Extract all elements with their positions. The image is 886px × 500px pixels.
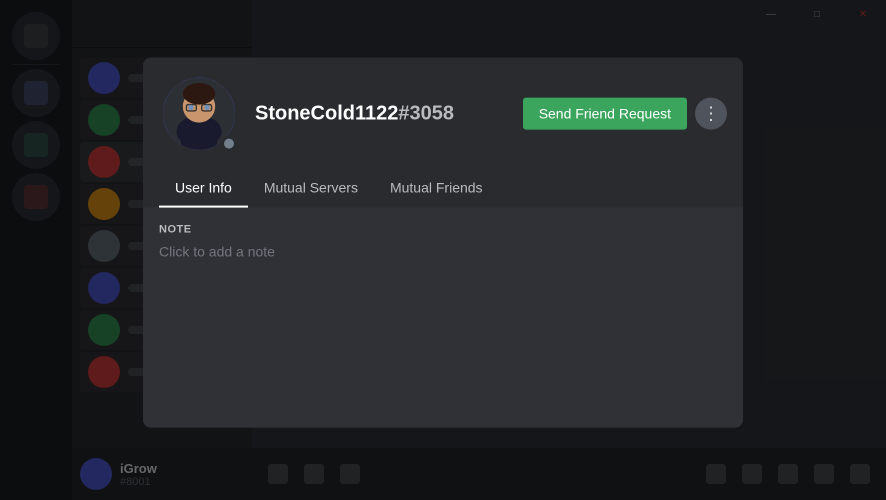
tab-user-info[interactable]: User Info — [159, 170, 248, 208]
profile-top: StoneCold1122#3058 Send Friend Request ⋮ — [159, 74, 727, 166]
avatar-wrapper — [159, 74, 239, 154]
note-label: NOTE — [159, 224, 727, 236]
discriminator-text: #3058 — [398, 102, 454, 124]
note-input[interactable]: Click to add a note — [159, 244, 727, 260]
send-friend-request-button[interactable]: Send Friend Request — [523, 98, 687, 130]
username-text: StoneCold1122 — [255, 102, 398, 124]
profile-body: NOTE Click to add a note — [143, 208, 743, 428]
tab-mutual-friends[interactable]: Mutual Friends — [374, 170, 499, 208]
more-options-button[interactable]: ⋮ — [695, 98, 727, 130]
tab-mutual-servers[interactable]: Mutual Servers — [248, 170, 374, 208]
profile-modal: StoneCold1122#3058 Send Friend Request ⋮… — [143, 58, 743, 428]
user-status-indicator — [221, 136, 237, 152]
profile-header: StoneCold1122#3058 Send Friend Request ⋮… — [143, 58, 743, 208]
profile-tabs: User Info Mutual Servers Mutual Friends — [159, 170, 727, 208]
profile-username: StoneCold1122#3058 — [255, 102, 454, 125]
profile-actions: Send Friend Request ⋮ — [523, 98, 727, 130]
